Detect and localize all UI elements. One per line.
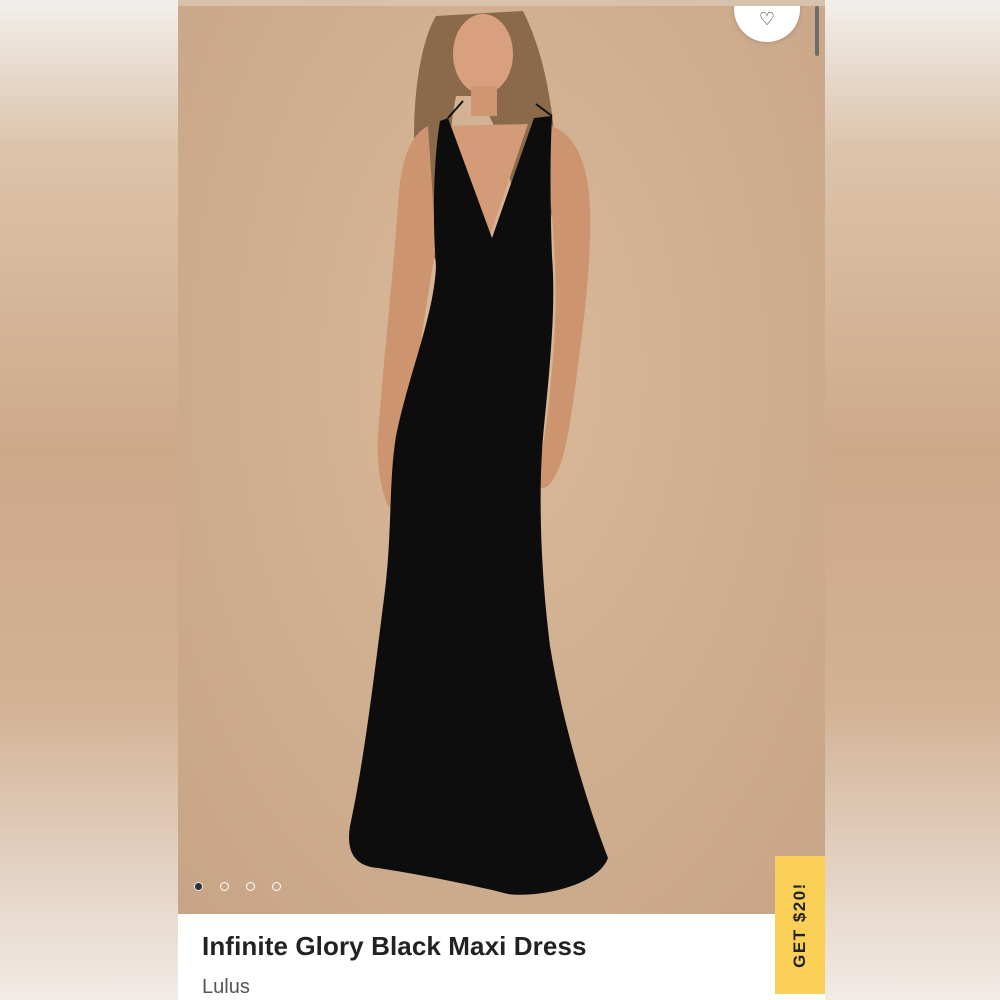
scrollbar[interactable] xyxy=(815,6,819,56)
model-illustration xyxy=(349,11,608,895)
carousel-dot-1[interactable] xyxy=(194,882,203,891)
listing-screen: ♡ Infinite Glory Black Maxi Dress Lulus xyxy=(178,6,825,1000)
heart-icon: ♡ xyxy=(758,9,776,29)
carousel-dot-3[interactable] xyxy=(246,882,255,891)
listing-photo[interactable] xyxy=(178,6,825,914)
carousel-dot-2[interactable] xyxy=(220,882,229,891)
listing-info: Infinite Glory Black Maxi Dress Lulus xyxy=(178,914,825,1000)
carousel-indicator xyxy=(194,882,281,891)
get-20-promo-tab[interactable]: GET $20! xyxy=(775,856,825,994)
carousel-dot-4[interactable] xyxy=(272,882,281,891)
left-blurred-backdrop xyxy=(0,0,178,1000)
listing-brand[interactable]: Lulus xyxy=(202,976,250,999)
promo-label: GET $20! xyxy=(790,882,810,968)
right-blurred-backdrop xyxy=(825,0,1000,1000)
listing-title: Infinite Glory Black Maxi Dress xyxy=(202,931,587,961)
